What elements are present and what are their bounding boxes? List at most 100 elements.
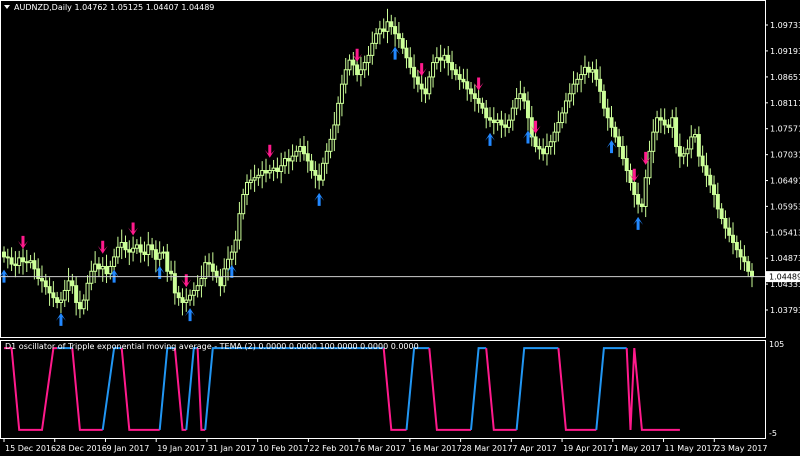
candle-body — [393, 26, 398, 35]
candle-body — [719, 208, 724, 220]
candle-body — [309, 160, 314, 172]
time-tick-label: 9 Jan 2017 — [106, 444, 149, 453]
candle-body — [267, 170, 272, 174]
candle-body — [488, 117, 493, 121]
candle-body — [5, 256, 10, 259]
time-tick-label: 19 Apr 2017 — [563, 444, 612, 453]
price-tick-label: 1.09193 — [770, 47, 800, 56]
candle-body — [742, 256, 747, 263]
candle-body — [655, 117, 660, 133]
candle-body — [347, 59, 352, 71]
candle-body — [210, 263, 215, 272]
candle-body — [503, 124, 508, 128]
candle-body — [715, 194, 720, 210]
candle-body — [233, 239, 238, 253]
candle-body — [313, 170, 318, 176]
time-tick-label: 16 Mar 2017 — [411, 444, 462, 453]
candle-body — [575, 78, 580, 85]
candle-body — [2, 251, 6, 258]
price-tick-label: 1.05953 — [770, 202, 800, 211]
candle-body — [85, 282, 90, 301]
candle-body — [499, 119, 504, 126]
candle-body — [491, 119, 496, 124]
candle-body — [377, 28, 382, 35]
chart-window[interactable]: 1.04489 1.097331.091931.086511.081111.07… — [0, 0, 800, 456]
candle-body — [465, 81, 470, 90]
candle-body — [381, 28, 386, 32]
candle-body — [161, 251, 166, 254]
candle-body — [188, 294, 193, 301]
candle-body — [472, 93, 477, 100]
candle-body — [328, 138, 333, 152]
candle-body — [165, 251, 170, 272]
candle-body — [696, 134, 701, 157]
price-tick-label: 1.06491 — [770, 177, 800, 186]
candle-body — [423, 88, 428, 95]
candle-body — [658, 117, 663, 121]
price-tick-label: 1.07571 — [770, 125, 800, 134]
candle-body — [446, 54, 451, 64]
candle-body — [336, 102, 341, 126]
candle-body — [279, 165, 284, 172]
candle-body — [100, 265, 105, 270]
candle-body — [537, 146, 542, 150]
candle-body — [567, 93, 572, 102]
candle-body — [495, 119, 500, 124]
candle-body — [746, 261, 751, 272]
candle-body — [362, 62, 367, 71]
candle-body — [195, 285, 200, 291]
candle-body — [750, 270, 754, 278]
time-tick-label: 10 Feb 2017 — [259, 444, 309, 453]
candle-body — [605, 107, 610, 119]
candle-body — [457, 74, 462, 80]
candle-body — [734, 241, 739, 251]
candle-body — [260, 170, 265, 176]
candle-body — [146, 244, 151, 255]
candle-body — [176, 292, 181, 299]
candle-body — [104, 265, 109, 275]
time-tick-label: 28 Mar 2017 — [462, 444, 513, 453]
candle-body — [700, 155, 705, 167]
candle-body — [252, 177, 257, 181]
candle-body — [55, 297, 60, 303]
indicator-max-label: 105 — [769, 340, 784, 349]
candle-body — [203, 262, 208, 279]
candle-body — [131, 247, 136, 253]
candle-body — [351, 59, 356, 66]
candle-body — [241, 194, 246, 215]
indicator-title: D1 oscillator of Tripple exponential mov… — [5, 342, 419, 351]
candle-body — [51, 292, 56, 299]
time-tick-label: 6 Mar 2017 — [360, 444, 406, 453]
candle-body — [218, 276, 223, 287]
candle-body — [541, 148, 546, 155]
candle-body — [427, 76, 432, 95]
candle-body — [9, 257, 14, 265]
candle-body — [727, 227, 732, 236]
candle-body — [522, 93, 527, 102]
candle-body — [77, 301, 82, 310]
candle-body — [89, 270, 94, 284]
candle-body — [20, 257, 25, 263]
candle-body — [708, 174, 713, 186]
candle-body — [123, 241, 128, 251]
candle-body — [275, 167, 280, 172]
candle-body — [560, 112, 565, 124]
candle-body — [13, 263, 18, 267]
candle-body — [579, 74, 584, 80]
candle-body — [282, 158, 287, 167]
candle-body — [32, 260, 37, 270]
candle-body — [636, 194, 641, 205]
candle-body — [412, 66, 417, 78]
candle-body — [66, 280, 71, 291]
candle-body — [404, 47, 409, 59]
candle-body — [647, 150, 652, 179]
candle-body — [70, 280, 75, 287]
candle-body — [544, 146, 549, 155]
candle-body — [47, 286, 52, 294]
candle-body — [620, 146, 625, 160]
candle-body — [438, 57, 443, 61]
candle-body — [81, 299, 86, 310]
candle-body — [184, 299, 189, 303]
candle-body — [480, 102, 485, 109]
candle-body — [533, 136, 538, 148]
